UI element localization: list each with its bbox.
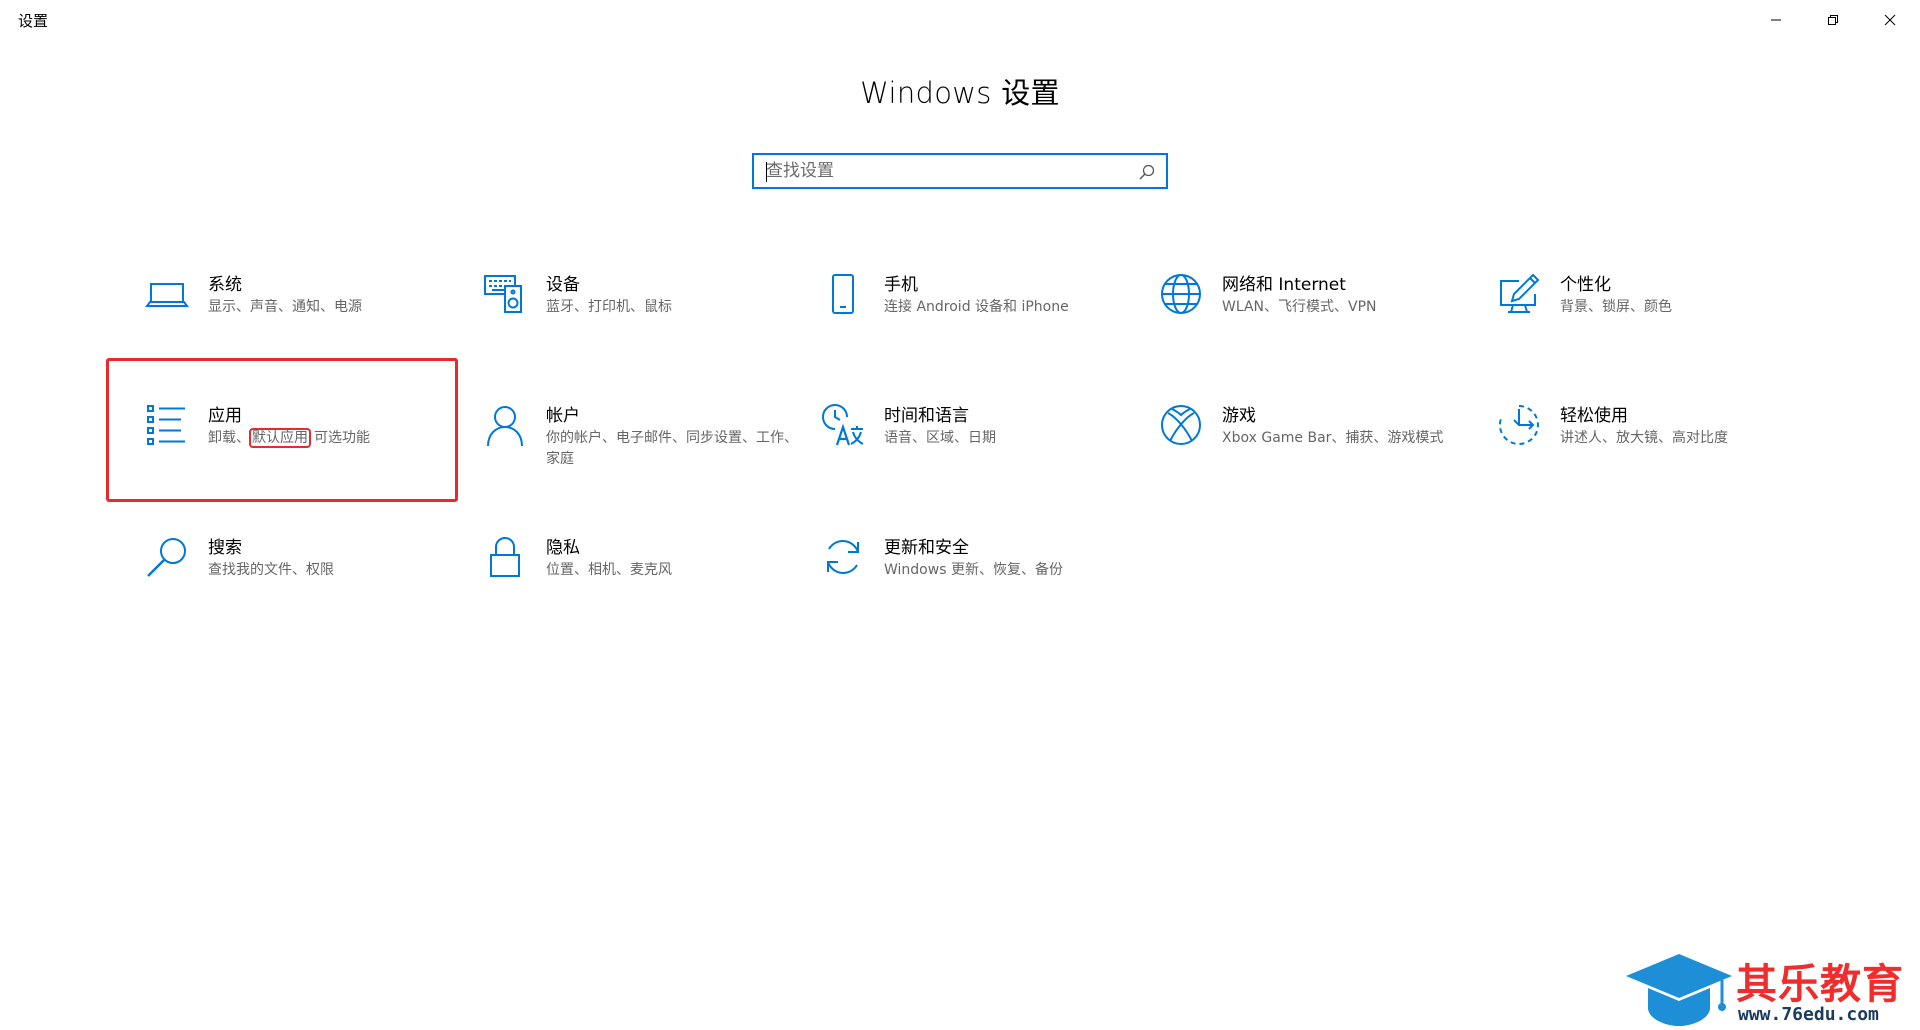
keyboard-speaker-icon: [483, 272, 527, 316]
close-icon: [1884, 14, 1895, 26]
magnifier-icon: [145, 535, 189, 579]
tile-gaming[interactable]: 游戏 Xbox Game Bar、捕获、游戏模式: [1159, 403, 1479, 503]
close-button[interactable]: [1861, 0, 1918, 40]
tile-title: 轻松使用: [1560, 406, 1628, 426]
tile-title: 更新和安全: [884, 538, 969, 558]
tile-description: 讲述人、放大镜、高对比度: [1560, 430, 1728, 446]
tile-description: 显示、声音、通知、电源: [208, 299, 362, 315]
tile-title: 搜索: [208, 538, 242, 558]
minimize-icon: [1770, 19, 1781, 21]
restore-icon: [1827, 15, 1838, 25]
page-title: Windows 设置: [860, 76, 1060, 110]
tile-time-language[interactable]: 时间和语言 语音、区域、日期: [821, 403, 1141, 503]
tile-search[interactable]: 搜索 查找我的文件、权限: [145, 535, 465, 635]
tile-description: Xbox Game Bar、捕获、游戏模式: [1222, 430, 1444, 446]
pen-monitor-icon: [1497, 272, 1541, 316]
tile-title: 时间和语言: [884, 406, 969, 426]
tile-description: 连接 Android 设备和 iPhone: [884, 299, 1069, 315]
tile-devices[interactable]: 设备 蓝牙、打印机、鼠标: [483, 272, 803, 372]
xbox-icon: [1159, 403, 1203, 447]
tile-title: 系统: [208, 275, 242, 295]
restore-button[interactable]: [1804, 0, 1861, 40]
tile-description: 背景、锁屏、颜色: [1560, 299, 1672, 315]
ease-of-access-icon: [1497, 403, 1541, 447]
title-bar: 设置: [0, 0, 1920, 40]
phone-icon: [821, 272, 865, 316]
tile-phone[interactable]: 手机 连接 Android 设备和 iPhone: [821, 272, 1141, 372]
tile-update-security[interactable]: 更新和安全 Windows 更新、恢复、备份: [821, 535, 1141, 635]
tile-description: WLAN、飞行模式、VPN: [1222, 299, 1377, 315]
search-input[interactable]: [766, 159, 1126, 183]
tile-privacy[interactable]: 隐私 位置、相机、麦克风: [483, 535, 803, 635]
tile-description: 你的帐户、电子邮件、同步设置、工作、家庭: [546, 430, 798, 467]
tile-title: 个性化: [1560, 275, 1611, 295]
laptop-icon: [145, 272, 189, 316]
tile-system[interactable]: 系统 显示、声音、通知、电源: [145, 272, 465, 372]
globe-icon: [1159, 272, 1203, 316]
tile-description: 蓝牙、打印机、鼠标: [546, 299, 672, 315]
text-caret: [766, 162, 767, 182]
tile-description: Windows 更新、恢复、备份: [884, 562, 1063, 578]
tile-title: 游戏: [1222, 406, 1256, 426]
tile-title: 手机: [884, 275, 918, 295]
lock-icon: [483, 535, 527, 579]
time-language-icon: [821, 403, 865, 447]
search-icon[interactable]: [1138, 163, 1156, 181]
tile-title: 网络和 Internet: [1222, 275, 1346, 295]
watermark-name: 其乐教育: [1736, 960, 1904, 1008]
tile-personalization[interactable]: 个性化 背景、锁屏、颜色: [1497, 272, 1817, 372]
tile-ease-of-access[interactable]: 轻松使用 讲述人、放大镜、高对比度: [1497, 403, 1817, 503]
tile-description: 查找我的文件、权限: [208, 562, 334, 578]
window-title: 设置: [18, 12, 49, 30]
watermark: 其乐教育 www.76edu.com: [1624, 948, 1920, 1030]
annotation-highlight-box: [106, 358, 458, 502]
tile-description: 语音、区域、日期: [884, 430, 996, 446]
sync-arrows-icon: [821, 535, 865, 579]
minimize-button[interactable]: [1747, 0, 1804, 40]
settings-window: 设置 Windows 设置 查找设置 系统 显示、声音、通知、电源 设备 蓝牙、…: [0, 0, 1920, 1030]
graduation-cap-icon: [1626, 954, 1732, 1026]
search-box[interactable]: [752, 153, 1168, 189]
tile-title: 设备: [546, 275, 580, 295]
tile-network[interactable]: 网络和 Internet WLAN、飞行模式、VPN: [1159, 272, 1479, 372]
tile-accounts[interactable]: 帐户 你的帐户、电子邮件、同步设置、工作、家庭: [483, 403, 803, 503]
person-icon: [483, 403, 527, 447]
watermark-url: www.76edu.com: [1738, 1004, 1879, 1025]
tile-title: 隐私: [546, 538, 580, 558]
tile-title: 帐户: [546, 406, 580, 426]
tile-description: 位置、相机、麦克风: [546, 562, 672, 578]
